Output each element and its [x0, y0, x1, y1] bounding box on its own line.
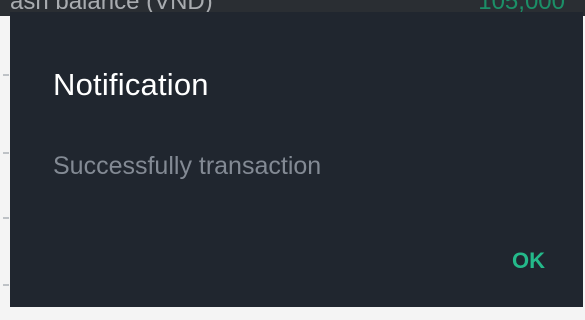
notification-dialog: Notification Successfully transaction OK: [10, 12, 583, 307]
dialog-message: Successfully transaction: [53, 152, 322, 180]
ok-button[interactable]: OK: [506, 244, 551, 278]
background-bottom: [0, 307, 585, 320]
dialog-title: Notification: [53, 67, 209, 102]
